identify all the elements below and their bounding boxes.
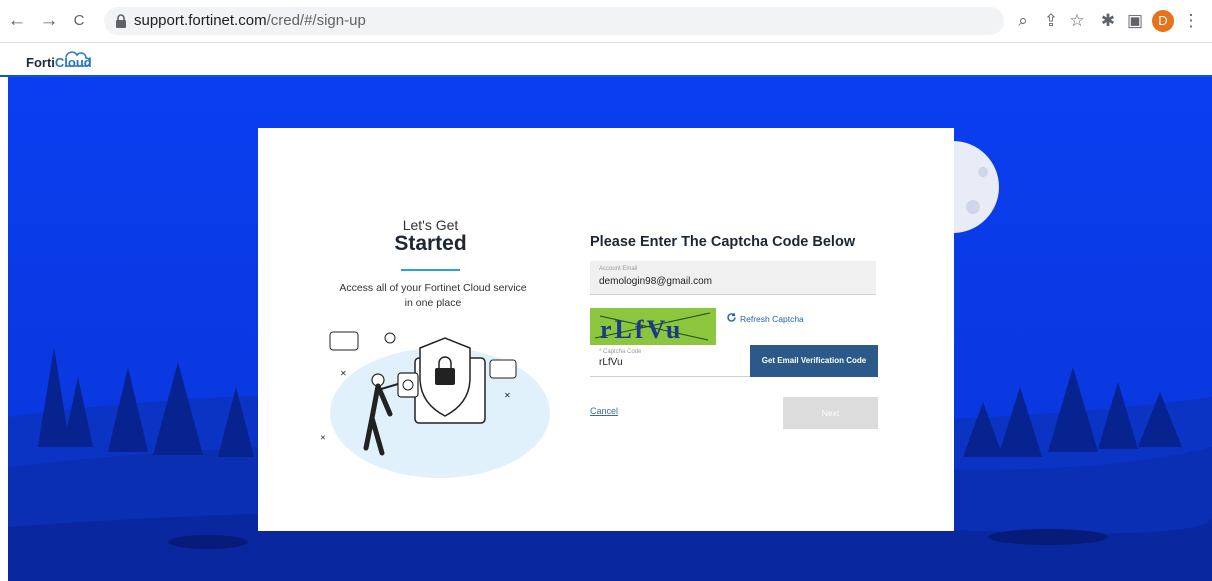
url-text: support.fortinet.com/cred/#/sign-up bbox=[134, 12, 366, 29]
captcha-image-text: rLfVu bbox=[600, 315, 683, 344]
refresh-icon[interactable] bbox=[726, 312, 737, 323]
account-email-value: demologin98@gmail.com bbox=[599, 276, 712, 287]
extensions-icon[interactable]: ✱ bbox=[1097, 10, 1119, 32]
started-title: Started bbox=[394, 232, 467, 255]
get-email-verification-code-button[interactable]: Get Email Verification Code bbox=[750, 345, 878, 377]
side-panel-icon[interactable]: ▣ bbox=[1124, 10, 1146, 32]
url-path: /cred/#/sign-up bbox=[266, 12, 366, 29]
browser-toolbar: ← → C support.fortinet.com/cred/#/sign-u… bbox=[0, 0, 1212, 43]
bookmark-star-icon[interactable]: ☆ bbox=[1066, 10, 1088, 32]
refresh-captcha-link[interactable]: Refresh Captcha bbox=[740, 314, 804, 324]
logo-text[interactable]: FortiCloud bbox=[26, 55, 92, 70]
captcha-image: rLfVu bbox=[590, 308, 716, 345]
zoom-icon[interactable]: ⌕ bbox=[1012, 10, 1034, 32]
welcome-panel: Let's Get Started Access all of your For… bbox=[258, 128, 603, 531]
site-header: FortiCloud bbox=[0, 43, 1212, 77]
captcha-code-label: * Captcha Code bbox=[599, 349, 642, 355]
url-domain: support.fortinet.com bbox=[134, 12, 267, 29]
svg-text:✕: ✕ bbox=[340, 369, 347, 378]
menu-dots-icon[interactable]: ⋮ bbox=[1180, 10, 1202, 32]
logo-text-cloud: Cloud bbox=[54, 55, 92, 70]
cancel-link[interactable]: Cancel bbox=[590, 406, 618, 416]
lets-get-text: Let's Get bbox=[402, 217, 459, 233]
captcha-code-value: rLfVu bbox=[599, 357, 623, 368]
captcha-code-input[interactable]: * Captcha Code rLfVu bbox=[590, 345, 750, 377]
address-bar[interactable]: support.fortinet.com/cred/#/sign-up bbox=[104, 7, 1004, 35]
account-email-label: Account Email bbox=[599, 266, 638, 272]
share-icon[interactable]: ⇪ bbox=[1040, 10, 1062, 32]
profile-avatar[interactable]: D bbox=[1152, 10, 1174, 32]
title-divider bbox=[401, 269, 460, 271]
reload-button[interactable]: C bbox=[68, 10, 90, 32]
security-illustration-icon: ✕ ✕ ✕ bbox=[320, 331, 550, 478]
next-button[interactable]: Next bbox=[783, 397, 878, 429]
account-email-field[interactable]: Account Email demologin98@gmail.com bbox=[590, 261, 876, 295]
signup-card: Let's Get Started Access all of your For… bbox=[258, 128, 954, 531]
svg-text:✕: ✕ bbox=[320, 434, 326, 442]
back-button[interactable]: ← bbox=[6, 10, 28, 32]
forward-button[interactable]: → bbox=[38, 10, 60, 32]
lock-icon bbox=[116, 14, 126, 28]
logo-text-forti: Forti bbox=[26, 55, 55, 70]
captcha-heading: Please Enter The Captcha Code Below bbox=[590, 234, 856, 250]
svg-text:✕: ✕ bbox=[504, 391, 511, 400]
access-description: Access all of your Fortinet Cloud servic… bbox=[339, 282, 527, 309]
captcha-form: Please Enter The Captcha Code Below Acco… bbox=[588, 128, 954, 531]
